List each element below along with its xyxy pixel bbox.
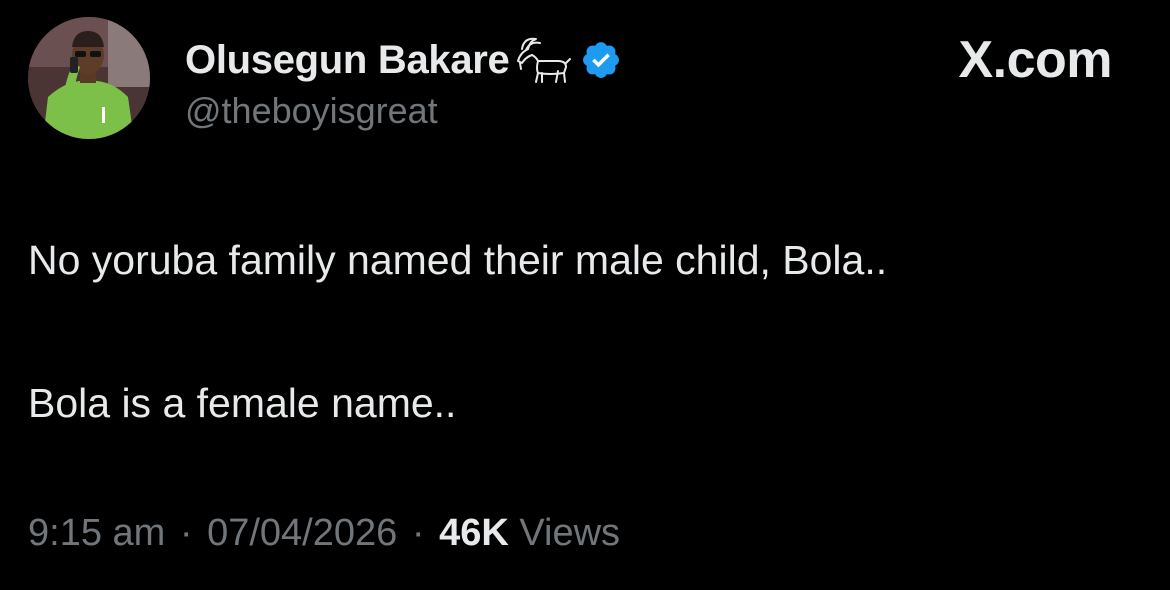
- avatar[interactable]: [28, 17, 150, 139]
- tweet-text: No yoruba family named their male child,…: [28, 236, 1138, 427]
- tweet-meta: 9:15 am · 07/04/2026 · 46K Views: [28, 512, 620, 555]
- tweet-paragraph: No yoruba family named their male child,…: [28, 237, 888, 283]
- views-count[interactable]: 46K: [439, 512, 509, 554]
- verified-badge-icon: [580, 39, 622, 81]
- name-row: Olusegun Bakare: [185, 34, 622, 86]
- display-name[interactable]: Olusegun Bakare: [185, 38, 510, 83]
- views-label: Views: [519, 512, 621, 554]
- tweet-card: Olusegun Bakare @theboyisgreat X.com No …: [0, 0, 1170, 590]
- tweet-date[interactable]: 07/04/2026: [207, 512, 397, 554]
- avatar-photo: [28, 17, 150, 139]
- separator: ·: [179, 512, 193, 554]
- tweet-time[interactable]: 9:15 am: [28, 512, 165, 554]
- separator: ·: [411, 512, 425, 554]
- user-handle[interactable]: @theboyisgreat: [185, 90, 438, 132]
- brand-watermark: X.com: [958, 31, 1112, 89]
- tweet-paragraph: Bola is a female name..: [28, 380, 457, 426]
- goat-icon: [512, 35, 572, 85]
